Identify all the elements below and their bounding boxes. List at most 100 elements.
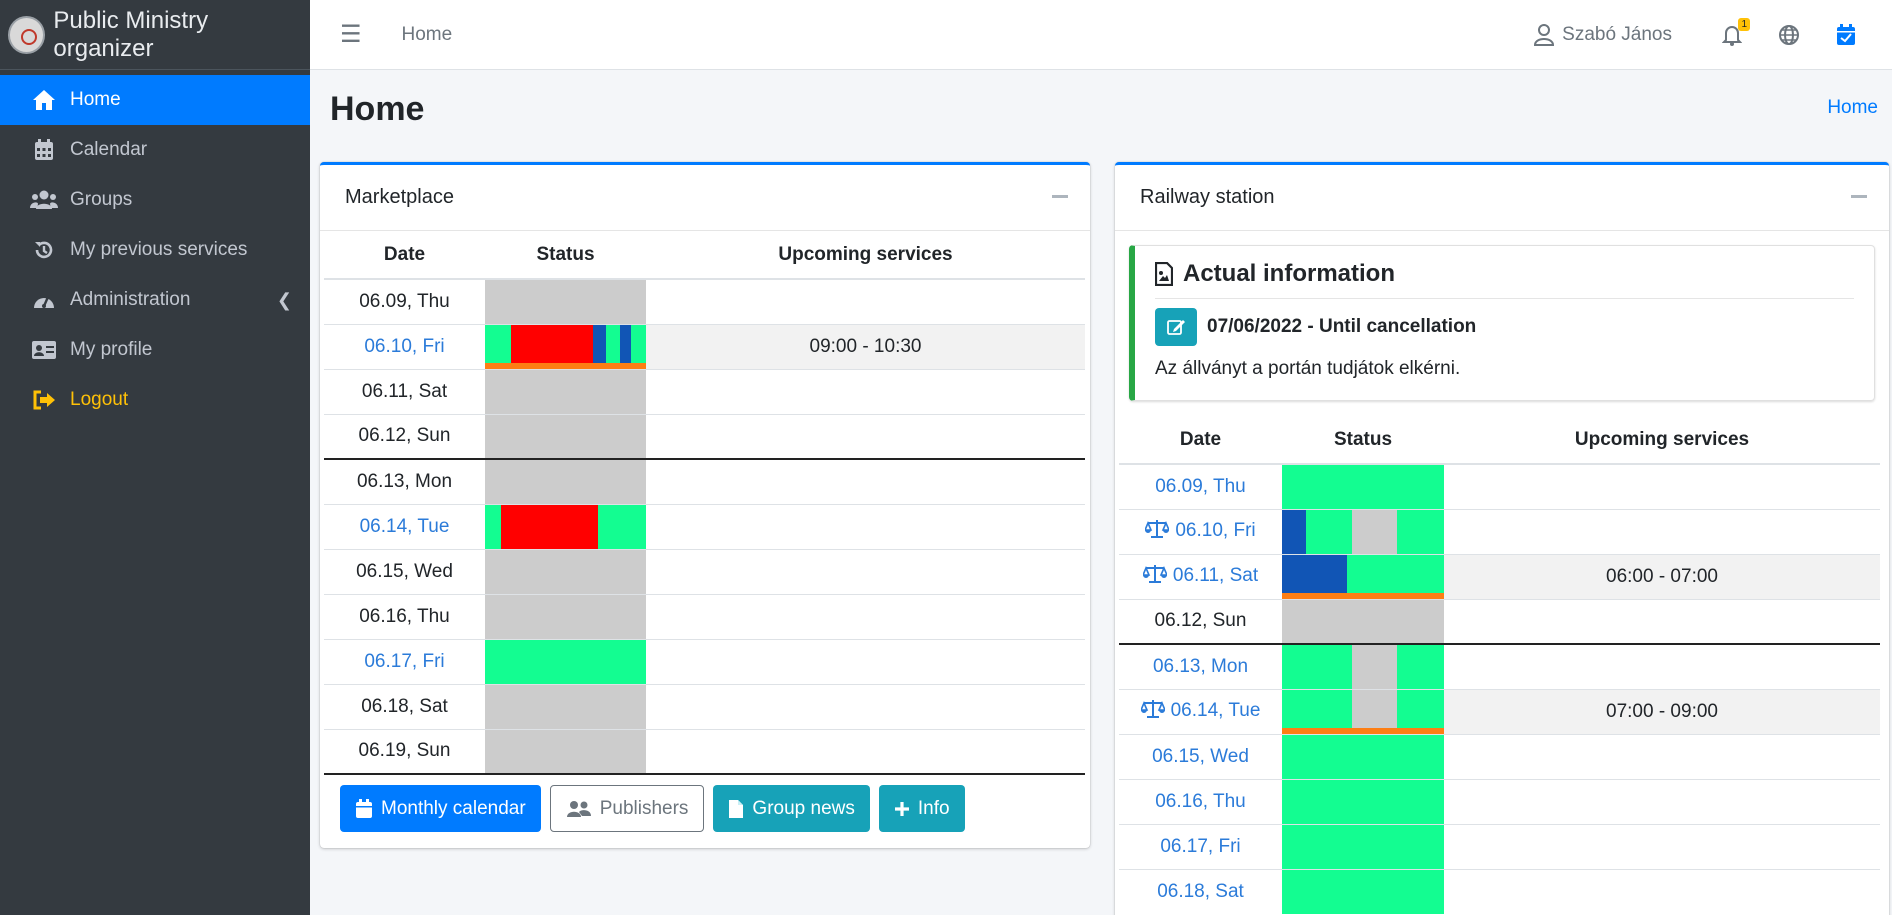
status-cell[interactable] xyxy=(1282,508,1444,554)
status-cell[interactable] xyxy=(1282,733,1444,779)
date-cell[interactable]: 06.14, Tue xyxy=(1119,688,1282,734)
sidebar-item-home[interactable]: Home xyxy=(0,75,310,125)
sidebar-item-groups[interactable]: Groups xyxy=(0,175,310,225)
sidebar-item-my-profile[interactable]: My profile xyxy=(0,325,310,375)
date-label: 06.16, Thu xyxy=(1155,790,1246,812)
status-cell[interactable] xyxy=(485,368,646,414)
status-cell[interactable] xyxy=(1282,598,1444,644)
sidebar-item-administration[interactable]: Administration ❮ xyxy=(0,275,310,325)
status-cell[interactable] xyxy=(485,548,646,594)
status-cell[interactable] xyxy=(485,638,646,684)
button-label: Info xyxy=(917,797,950,819)
publishers-button[interactable]: Publishers xyxy=(549,785,705,832)
menu-toggle-icon[interactable]: ☰ xyxy=(340,20,362,49)
table-header-row: Date Status Upcoming services xyxy=(1119,416,1880,465)
status-cell[interactable] xyxy=(485,683,646,729)
date-label: 06.17, Fri xyxy=(1160,835,1241,857)
own-service-marker xyxy=(485,362,646,369)
status-cell[interactable] xyxy=(485,503,646,549)
table-row: 06.17, Fri xyxy=(324,638,1085,684)
sidebar-item-previous-services[interactable]: My previous services xyxy=(0,225,310,275)
status-bar xyxy=(485,594,646,639)
date-cell[interactable]: 06.10, Fri xyxy=(1119,508,1282,554)
date-label: 06.10, Fri xyxy=(364,335,445,357)
status-bar xyxy=(485,369,646,414)
marketplace-schedule-table: Date Status Upcoming services 06.09, Thu… xyxy=(324,231,1085,775)
date-cell[interactable]: 06.17, Fri xyxy=(1119,823,1282,869)
date-label: 06.16, Thu xyxy=(359,605,450,627)
status-bar xyxy=(485,729,646,773)
upcoming-service-cell xyxy=(1444,778,1880,824)
collapse-minus-icon[interactable] xyxy=(1851,195,1867,198)
status-cell[interactable] xyxy=(1282,868,1444,914)
language-globe-icon[interactable] xyxy=(1778,24,1800,46)
sidebar-item-calendar[interactable]: Calendar xyxy=(0,125,310,175)
button-label: Group news xyxy=(752,797,855,819)
date-cell[interactable]: 06.17, Fri xyxy=(324,638,485,684)
status-cell[interactable] xyxy=(1282,463,1444,509)
breadcrumb-home[interactable]: Home xyxy=(1827,97,1878,119)
card-title: Marketplace xyxy=(345,186,454,208)
railway-card-header: Railway station xyxy=(1115,165,1889,231)
status-bar xyxy=(485,460,646,504)
monthly-calendar-button[interactable]: Monthly calendar xyxy=(340,785,541,832)
marketplace-card: Marketplace Date Status Upcoming service… xyxy=(320,162,1090,848)
status-segment-green xyxy=(1306,509,1352,554)
status-cell[interactable] xyxy=(1282,823,1444,869)
status-bar xyxy=(1282,465,1444,509)
user-menu[interactable]: Szabó János xyxy=(1534,24,1672,46)
upcoming-service-cell xyxy=(1444,463,1880,509)
status-cell[interactable] xyxy=(485,593,646,639)
table-row: 06.09, Thu xyxy=(324,278,1085,324)
status-segment-gray xyxy=(485,729,646,773)
calendar-check-icon[interactable] xyxy=(1836,24,1856,46)
card-title: Railway station xyxy=(1140,186,1275,208)
table-row: 06.09, Thu xyxy=(1119,463,1880,509)
brand[interactable]: Public Ministry organizer xyxy=(0,0,310,70)
callout-period-row: 07/06/2022 - Until cancellation xyxy=(1155,308,1854,346)
collapse-minus-icon[interactable] xyxy=(1052,195,1068,198)
balance-scale-icon xyxy=(1141,564,1169,590)
date-cell: 06.13, Mon xyxy=(324,458,485,504)
status-cell[interactable] xyxy=(485,413,646,459)
status-cell[interactable] xyxy=(1282,778,1444,824)
date-cell[interactable]: 06.13, Mon xyxy=(1119,643,1282,689)
upcoming-service-cell xyxy=(1444,598,1880,644)
table-row: 06.16, Thu xyxy=(1119,778,1880,824)
group-news-button[interactable]: Group news xyxy=(713,785,870,832)
table-row: 06.15, Wed xyxy=(324,548,1085,594)
date-cell[interactable]: 06.11, Sat xyxy=(1119,553,1282,599)
date-cell[interactable]: 06.10, Fri xyxy=(324,323,485,369)
status-cell[interactable] xyxy=(1282,643,1444,689)
top-nav-home-link[interactable]: Home xyxy=(402,24,453,46)
table-row: 06.14, Tue 07:00 - 09:00 xyxy=(1119,688,1880,734)
own-service-marker xyxy=(1282,592,1444,599)
sidebar-item-label: Administration xyxy=(70,289,191,310)
status-bar xyxy=(485,549,646,594)
column-header-status: Status xyxy=(485,231,646,280)
upcoming-service-cell xyxy=(646,593,1085,639)
edit-button[interactable] xyxy=(1155,308,1197,346)
date-cell[interactable]: 06.18, Sat xyxy=(1119,868,1282,914)
upcoming-service-cell xyxy=(646,503,1085,549)
sidebar-item-logout[interactable]: Logout xyxy=(0,375,310,425)
table-row: 06.18, Sat xyxy=(1119,868,1880,914)
status-segment-gray xyxy=(485,280,646,324)
date-cell[interactable]: 06.14, Tue xyxy=(324,503,485,549)
date-cell[interactable]: 06.09, Thu xyxy=(1119,463,1282,509)
status-cell[interactable] xyxy=(485,728,646,775)
status-cell[interactable] xyxy=(1282,553,1444,599)
info-button[interactable]: Info xyxy=(878,785,965,832)
status-cell[interactable] xyxy=(485,458,646,504)
status-cell[interactable] xyxy=(485,278,646,324)
status-bar xyxy=(1282,509,1444,554)
upcoming-service-cell xyxy=(1444,868,1880,914)
status-cell[interactable] xyxy=(485,323,646,369)
status-cell[interactable] xyxy=(1282,688,1444,734)
sidebar-item-label: Calendar xyxy=(70,139,148,160)
notifications-bell-icon[interactable]: 1 xyxy=(1722,18,1750,46)
app-title: Public Ministry organizer xyxy=(53,6,209,62)
date-cell[interactable]: 06.15, Wed xyxy=(1119,733,1282,779)
date-cell[interactable]: 06.16, Thu xyxy=(1119,778,1282,824)
status-bar xyxy=(1282,645,1444,689)
